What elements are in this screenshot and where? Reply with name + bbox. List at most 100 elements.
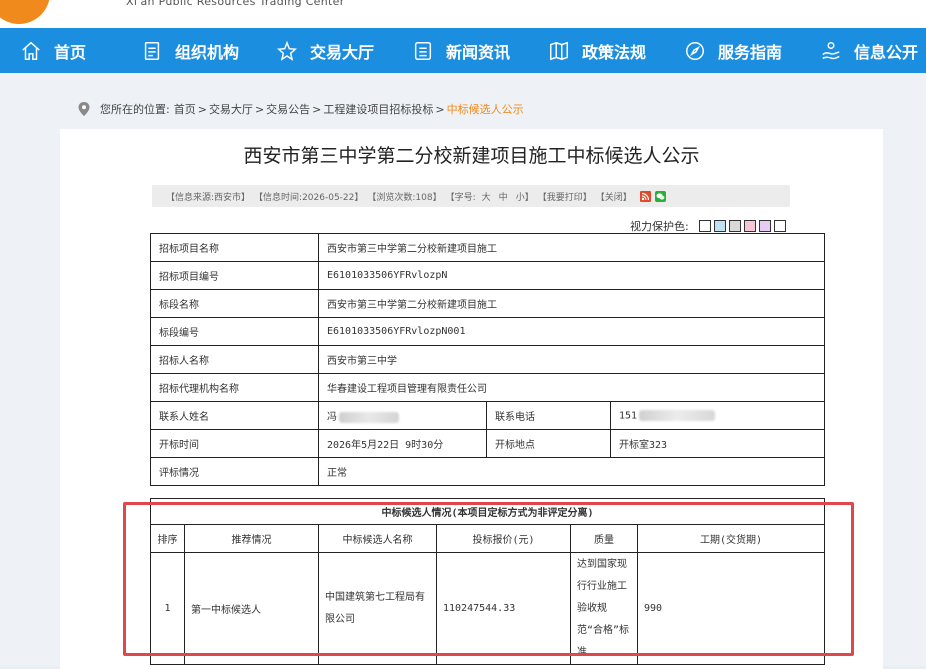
field-label: 标段编号 [150, 317, 319, 346]
review-value: 正常 [317, 457, 826, 486]
field-label: 招标项目名称 [150, 233, 319, 262]
eye-color-gray[interactable] [728, 220, 741, 232]
field-value: 华春建设工程项目管理有限责任公司 [317, 373, 826, 402]
site-header: Xi'an Public Resources Trading Center [0, 0, 926, 28]
header-recommend: 推荐情况 [184, 524, 319, 553]
contact-name-cell: 冯 [318, 401, 487, 430]
redacted-phone [639, 409, 716, 421]
font-medium-button[interactable]: 中 [499, 190, 508, 203]
font-small-button[interactable]: 小】 [516, 190, 534, 203]
field-value: 西安市第三中学 [317, 345, 826, 374]
redacted-name [339, 411, 399, 423]
table-row: 标段名称 西安市第三中学第二分校新建项目施工 [150, 289, 826, 318]
compass-icon [686, 41, 704, 60]
nav-label: 组织机构 [175, 42, 240, 62]
eye-color-blue[interactable] [713, 220, 726, 232]
table-row: 招标项目编号 E6101033506YFRvlozpN [150, 261, 826, 290]
table-row: 招标项目名称 西安市第三中学第二分校新建项目施工 [150, 233, 826, 262]
document-icon [144, 41, 160, 60]
candidate-period: 990 [636, 552, 826, 665]
breadcrumb-home[interactable]: 首页 [174, 101, 196, 117]
field-value: 西安市第三中学第二分校新建项目施工 [317, 289, 826, 318]
article-info-bar: 【信息来源:西安市】 【信息时间:2026-05-22】 【浏览次数:108】 … [152, 185, 790, 207]
opening-place-value: 开标室323 [609, 429, 826, 458]
header-name: 中标候选人名称 [318, 524, 437, 553]
info-time: 【信息时间:2026-05-22】 [254, 192, 364, 203]
contact-name-label: 联系人姓名 [150, 401, 319, 430]
site-subtitle: Xi'an Public Resources Trading Center [126, 0, 345, 8]
table-row: 1 第一中标候选人 中国建筑第七工程局有限公司 110247544.33 达到国… [150, 552, 826, 665]
breadcrumb-prefix: 您所在的位置: [100, 103, 170, 116]
field-value: E6101033506YFRvlozpN [317, 261, 826, 290]
breadcrumb-announcements[interactable]: 交易公告 [266, 101, 310, 117]
print-button[interactable]: 【我要打印】 [538, 190, 592, 203]
breadcrumb-trading-hall[interactable]: 交易大厅 [209, 101, 253, 117]
close-button[interactable]: 【关闭】 [596, 190, 632, 203]
home-icon [22, 41, 40, 60]
font-large-button[interactable]: 大 [482, 190, 491, 203]
header-quality: 质量 [570, 524, 638, 553]
nav-item-news[interactable]: 新闻资讯 [412, 28, 510, 73]
nav-label: 政策法规 [582, 42, 647, 62]
table-row: 评标情况 正常 [150, 457, 826, 486]
nav-item-organization[interactable]: 组织机构 [141, 28, 239, 73]
nav-label: 交易大厅 [310, 42, 375, 62]
field-label: 标段名称 [150, 289, 319, 318]
nav-item-info-disclosure[interactable]: 信息公开 [820, 28, 918, 73]
eye-color-white[interactable] [698, 220, 711, 232]
field-value: E6101033506YFRvlozpN001 [317, 317, 826, 346]
breadcrumb-current: 中标候选人公示 [446, 103, 524, 116]
contact-phone-label: 联系电话 [486, 401, 611, 430]
eye-care-label: 视力保护色: [630, 220, 689, 233]
table-row: 招标代理机构名称 华春建设工程项目管理有限责任公司 [150, 373, 826, 402]
main-nav: 首页 组织机构 交易大厅 新闻资讯 政策法规 服务指南 信息公开 [0, 28, 926, 73]
field-label: 招标人名称 [150, 345, 319, 374]
star-icon [276, 40, 298, 61]
eye-care-bar: 视力保护色: [630, 218, 786, 234]
project-info-table: 招标项目名称 西安市第三中学第二分校新建项目施工 招标项目编号 E6101033… [150, 233, 826, 486]
eye-color-purple[interactable] [758, 220, 771, 232]
candidates-header-row: 排序 推荐情况 中标候选人名称 投标报价(元) 质量 工期(交货期) [150, 524, 826, 553]
info-font-label: 【字号: [445, 192, 476, 203]
field-label: 招标代理机构名称 [150, 373, 319, 402]
info-source: 【信息来源:西安市】 [166, 192, 251, 203]
header-rank: 排序 [150, 524, 185, 553]
hand-icon [822, 41, 840, 59]
nav-item-service-guide[interactable]: 服务指南 [684, 28, 782, 73]
rss-icon[interactable] [639, 190, 651, 202]
candidate-quality: 达到国家现行行业施工验收规范“合格”标准 [570, 552, 638, 665]
candidate-name: 中国建筑第七工程局有限公司 [318, 552, 437, 665]
site-logo[interactable] [0, 0, 50, 24]
candidate-price: 110247544.33 [436, 552, 571, 665]
table-row: 标段编号 E6101033506YFRvlozpN001 [150, 317, 826, 346]
location-pin-icon [78, 102, 90, 116]
nav-label: 首页 [54, 42, 87, 62]
field-label: 招标项目编号 [150, 261, 319, 290]
eye-color-default[interactable] [773, 220, 786, 232]
eye-color-pink[interactable] [743, 220, 756, 232]
table-row: 招标人名称 西安市第三中学 [150, 345, 826, 374]
book-icon [550, 41, 568, 60]
header-price: 投标报价(元) [436, 524, 571, 553]
breadcrumb-bidding[interactable]: 工程建设项目招标投标 [323, 101, 433, 117]
table-row: 开标时间 2026年5月22日 9时30分 开标地点 开标室323 [150, 429, 826, 458]
header-period: 工期(交货期) [636, 524, 826, 553]
table-row: 联系人姓名 冯 联系电话 151 [150, 401, 826, 430]
opening-place-label: 开标地点 [486, 429, 611, 458]
nav-item-trading-hall[interactable]: 交易大厅 [276, 28, 374, 73]
page-title: 西安市第三中学第二分校新建项目施工中标候选人公示 [243, 145, 700, 167]
wechat-icon[interactable] [654, 190, 666, 202]
info-views: 【浏览次数:108】 [367, 192, 442, 203]
list-icon [414, 41, 432, 60]
nav-item-policy[interactable]: 政策法规 [548, 28, 646, 73]
contact-phone: 151 [619, 410, 638, 422]
opening-time-value: 2026年5月22日 9时30分 [318, 429, 487, 458]
candidates-table: 中标候选人情况(本项目定标方式为非评定分离) 排序 推荐情况 中标候选人名称 投… [149, 498, 826, 665]
article-card: 西安市第三中学第二分校新建项目施工中标候选人公示 【信息来源:西安市】 【信息时… [60, 129, 883, 669]
contact-name: 冯 [327, 412, 337, 423]
review-label: 评标情况 [150, 457, 319, 486]
candidates-section-title: 中标候选人情况(本项目定标方式为非评定分离) [149, 498, 826, 525]
nav-label: 信息公开 [854, 42, 919, 62]
nav-item-home[interactable]: 首页 [20, 28, 86, 73]
breadcrumb: 您所在的位置: 首页 > 交易大厅 > 交易公告 > 工程建设项目招标投标 > … [78, 101, 524, 117]
